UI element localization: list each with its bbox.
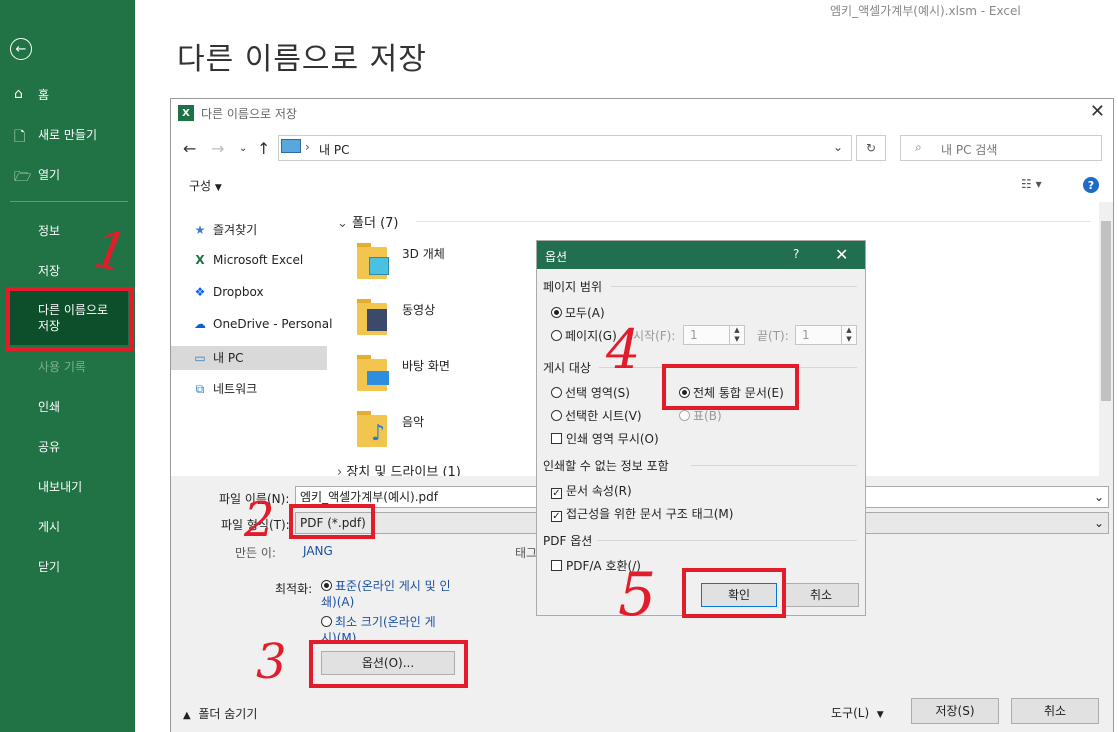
tools-menu[interactable]: 도구(L) ▼ xyxy=(831,704,884,721)
star-icon: ★ xyxy=(194,223,206,237)
annotation-box-5 xyxy=(682,568,786,618)
annotation-box-4 xyxy=(662,364,799,410)
ignore-print-areas-checkbox[interactable]: 인쇄 영역 무시(O) xyxy=(551,430,659,447)
radio-icon xyxy=(321,580,332,591)
onedrive-icon: ☁ xyxy=(194,317,206,331)
pdf-options-label: PDF 옵션 xyxy=(543,534,593,548)
all-pages-radio[interactable]: 모두(A) xyxy=(551,304,605,321)
nav-home[interactable]: ⌂ 홈 xyxy=(0,86,135,103)
nav-pane-onedrive[interactable]: ☁ OneDrive - Personal xyxy=(191,317,332,331)
nav-share[interactable]: 공유 xyxy=(0,438,135,455)
active-sheets-radio[interactable]: 선택한 시트(V) xyxy=(551,407,642,424)
dialog-title: 다른 이름으로 저장 xyxy=(201,107,297,121)
excel-icon: X xyxy=(178,105,194,121)
doc-properties-checkbox[interactable]: ✓ 문서 속성(R) xyxy=(551,482,632,499)
search-icon: ⌕ xyxy=(915,140,922,154)
nav-publish[interactable]: 게시 xyxy=(0,518,135,535)
close-icon[interactable]: ✕ xyxy=(1090,101,1105,122)
to-label: 끝(T): xyxy=(757,329,789,343)
cancel-button[interactable]: 취소 xyxy=(783,583,859,607)
help-icon[interactable]: ? xyxy=(1083,177,1099,193)
nav-pane-dropbox[interactable]: ❖ Dropbox xyxy=(191,285,264,299)
new-file-icon: 🗋 xyxy=(14,129,26,145)
options-dialog: 옵션 ? ✕ 페이지 범위 모두(A) 페이지(G) 시작(F): 1 ▲ ▼ 끝(… xyxy=(536,240,866,616)
non-printing-label: 인쇄할 수 없는 정보 포함 xyxy=(543,459,669,473)
address-text: 내 PC xyxy=(319,143,350,157)
nav-history: 사용 기록 xyxy=(38,360,86,374)
nav-pane-network[interactable]: ⧉ 네트워크 xyxy=(191,380,257,397)
page-range-label: 페이지 범위 xyxy=(543,280,603,294)
folder-icon[interactable] xyxy=(357,239,391,279)
close-icon[interactable]: ✕ xyxy=(835,245,848,264)
back-arrow-icon[interactable]: ← xyxy=(10,38,32,60)
network-icon: ⧉ xyxy=(195,382,205,396)
nav-export[interactable]: 내보내기 xyxy=(0,478,135,495)
window-title: 엠키_액셀가계부(예시).xlsm - Excel xyxy=(830,4,1021,18)
nav-print[interactable]: 인쇄 xyxy=(0,398,135,415)
organize-menu[interactable]: 구성 ▼ xyxy=(189,177,222,194)
publish-what-label: 게시 대상 xyxy=(543,361,591,375)
chevron-down-icon[interactable]: ⌄ xyxy=(833,140,843,154)
annotation-box-1 xyxy=(6,287,134,351)
annotation-number-5: 5 xyxy=(618,560,657,630)
to-spinner[interactable]: 1 ▲ ▼ xyxy=(795,325,857,345)
folder-label[interactable]: 바탕 화면 xyxy=(402,357,450,374)
annotation-number-3: 3 xyxy=(256,634,287,690)
accessibility-tags-checkbox[interactable]: ✓ 접근성을 위한 문서 구조 태그(M) xyxy=(551,505,733,522)
nav-pane-favorites[interactable]: ★ 즐겨찾기 xyxy=(191,221,258,238)
nav-close[interactable]: 닫기 xyxy=(0,558,135,575)
dropbox-icon: ❖ xyxy=(194,285,206,299)
folder-icon[interactable]: ♪ xyxy=(357,407,391,447)
home-icon: ⌂ xyxy=(14,86,23,102)
optimize-standard-radio[interactable]: 표준(온라인 게시 및 인쇄)(A) xyxy=(321,578,451,610)
address-bar[interactable]: › 내 PC ⌄ xyxy=(278,135,852,161)
folder-group-header[interactable]: ⌄ 폴더 (7) xyxy=(337,212,399,231)
folder-label[interactable]: 3D 개체 xyxy=(402,245,445,262)
options-titlebar: 옵션 ? ✕ xyxy=(537,241,865,269)
author-value[interactable]: JANG xyxy=(303,544,333,558)
folder-icon[interactable] xyxy=(357,295,391,335)
refresh-icon[interactable]: ↻ xyxy=(856,135,886,161)
radio-icon xyxy=(321,616,332,627)
excel-icon: X xyxy=(195,253,205,267)
forward-icon[interactable]: → xyxy=(211,139,224,158)
recent-chevron-icon[interactable]: ⌄ xyxy=(239,143,247,154)
nav-pane-this-pc[interactable]: ▭ 내 PC xyxy=(191,349,243,366)
page-title: 다른 이름으로 저장 xyxy=(177,42,427,77)
nav-new[interactable]: 🗋 새로 만들기 xyxy=(0,126,135,145)
tags-label: 태그 xyxy=(515,546,538,560)
nav-pane-microsoft-excel[interactable]: X Microsoft Excel xyxy=(191,253,303,267)
folder-label[interactable]: 음악 xyxy=(402,413,424,430)
annotation-box-2 xyxy=(289,504,375,539)
help-button[interactable]: ? xyxy=(793,247,799,261)
backstage-sidebar: ← ⌂ 홈 🗋 새로 만들기 🗁 열기 정보 저장 다른 이름으로 저장 사용 … xyxy=(0,0,135,732)
hide-folders-toggle[interactable]: ▲ 폴더 숨기기 xyxy=(183,705,257,722)
folder-open-icon: 🗁 xyxy=(14,169,32,185)
folder-icon[interactable] xyxy=(357,351,391,391)
scrollbar-thumb[interactable] xyxy=(1101,221,1111,401)
folder-label[interactable]: 동영상 xyxy=(402,301,435,318)
chevron-right-icon: › xyxy=(305,140,310,154)
selection-radio[interactable]: 선택 영역(S) xyxy=(551,384,630,401)
from-spinner[interactable]: 1 ▲ ▼ xyxy=(683,325,745,345)
optimize-label: 최적화: xyxy=(275,582,313,596)
save-button[interactable]: 저장(S) xyxy=(911,698,999,724)
annotation-box-3 xyxy=(309,640,468,688)
cancel-button[interactable]: 취소 xyxy=(1011,698,1099,724)
back-icon[interactable]: ← xyxy=(183,139,196,158)
view-options-icon[interactable]: ☷ ▾ xyxy=(1021,177,1042,191)
annotation-number-2: 2 xyxy=(244,492,275,548)
search-input[interactable]: ⌕ 내 PC 검색 xyxy=(900,135,1102,161)
pc-icon xyxy=(281,139,301,153)
up-icon[interactable]: ↑ xyxy=(257,139,270,158)
pc-icon: ▭ xyxy=(194,351,206,365)
annotation-number-4: 4 xyxy=(606,318,641,381)
nav-open[interactable]: 🗁 열기 xyxy=(0,166,135,185)
sidebar-divider xyxy=(10,201,128,202)
group-divider xyxy=(416,221,1091,222)
